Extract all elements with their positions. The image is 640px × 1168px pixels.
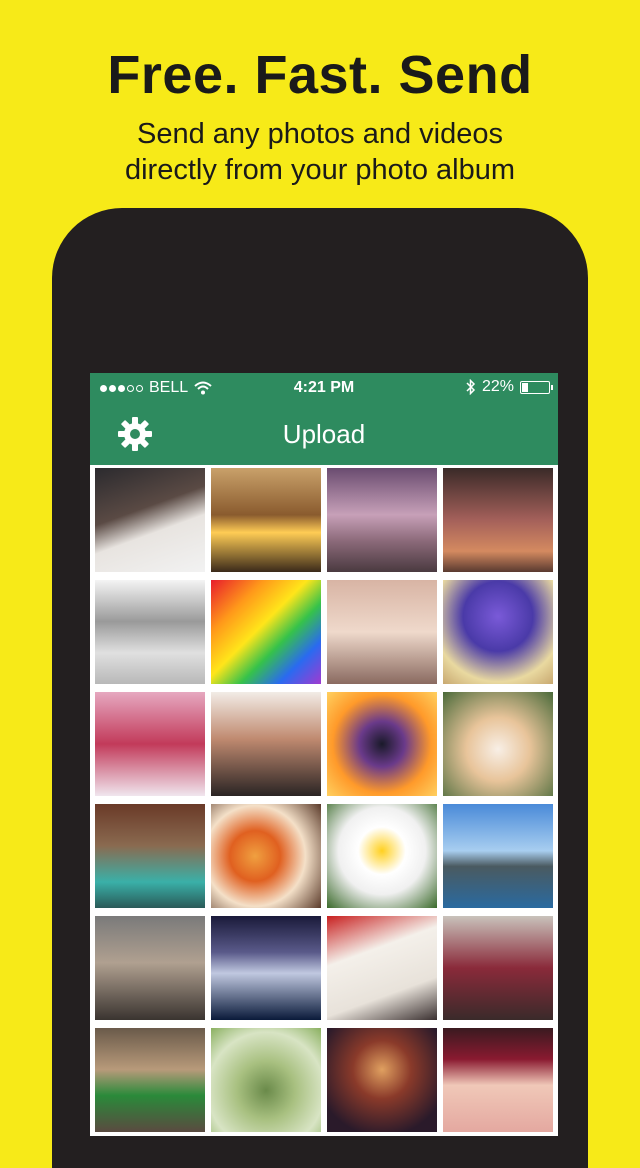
battery-level-fill: [522, 382, 528, 392]
photo-thumbnail[interactable]: [327, 1028, 437, 1132]
promo-headline: Free. Fast. Send: [107, 45, 533, 105]
promo-subtitle: Send any photos and videos directly from…: [0, 116, 640, 188]
photo-thumbnail[interactable]: [211, 916, 321, 1020]
photo-thumbnail[interactable]: [443, 1028, 553, 1132]
photo-thumbnail[interactable]: [95, 916, 205, 1020]
photo-thumbnail[interactable]: [327, 916, 437, 1020]
photo-thumbnail[interactable]: [327, 692, 437, 796]
photo-thumbnail[interactable]: [327, 580, 437, 684]
photo-thumbnail[interactable]: [327, 804, 437, 908]
nav-title: Upload: [282, 419, 366, 449]
nav-bar: Upload: [90, 403, 558, 465]
battery-icon: [520, 380, 553, 394]
photo-thumbnail[interactable]: [211, 692, 321, 796]
photo-thumbnail[interactable]: [443, 804, 553, 908]
photo-grid: [90, 465, 558, 1132]
promo-subtitle-line-1: Send any photos and videos: [137, 118, 503, 150]
photo-thumbnail[interactable]: [95, 580, 205, 684]
photo-thumbnail[interactable]: [443, 692, 553, 796]
phone-screen: BELL 4:21 PM 22% Upload: [90, 373, 558, 1136]
status-right: 22%: [466, 378, 553, 396]
photo-thumbnail[interactable]: [443, 580, 553, 684]
photo-thumbnail[interactable]: [443, 468, 553, 572]
photo-thumbnail[interactable]: [95, 804, 205, 908]
photo-thumbnail[interactable]: [327, 468, 437, 572]
photo-thumbnail[interactable]: [211, 1028, 321, 1132]
photo-thumbnail[interactable]: [211, 804, 321, 908]
photo-thumbnail[interactable]: [443, 916, 553, 1020]
photo-thumbnail[interactable]: [95, 1028, 205, 1132]
bluetooth-icon: [466, 379, 476, 395]
status-bar: BELL 4:21 PM 22%: [90, 373, 558, 403]
photo-thumbnail[interactable]: [211, 468, 321, 572]
battery-percent: 22%: [481, 378, 514, 395]
promo-subtitle-line-2: directly from your photo album: [124, 154, 516, 186]
photo-thumbnail[interactable]: [95, 468, 205, 572]
photo-thumbnail[interactable]: [211, 580, 321, 684]
photo-thumbnail[interactable]: [95, 692, 205, 796]
